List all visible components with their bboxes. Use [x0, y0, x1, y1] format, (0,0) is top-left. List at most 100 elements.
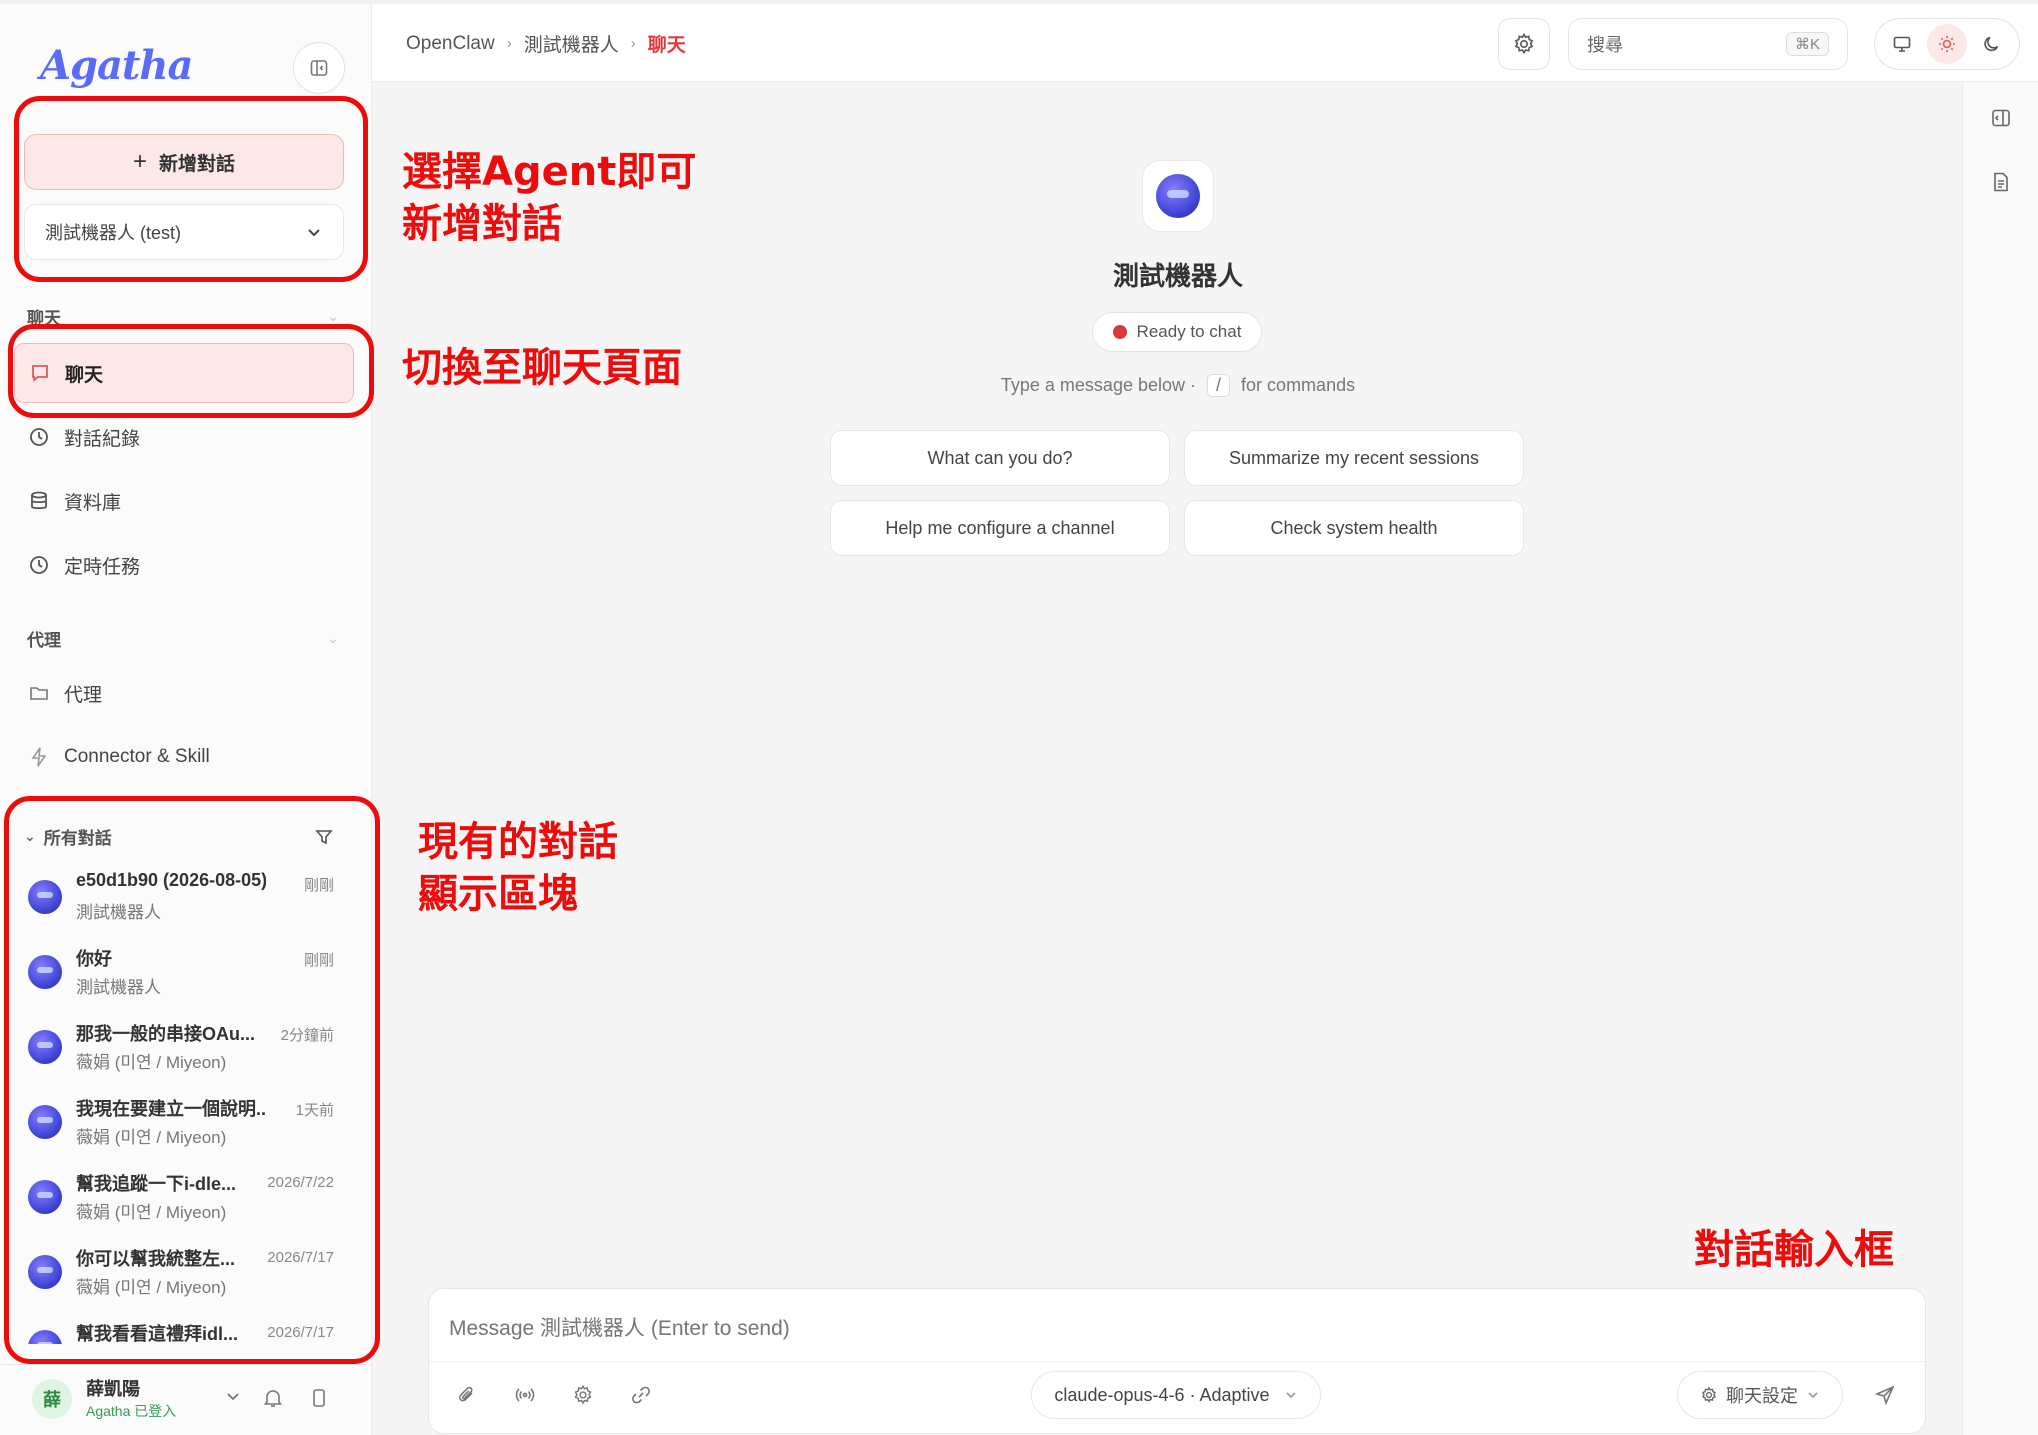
conversation-time: 2分鐘前	[280, 1027, 334, 1044]
search-placeholder: 搜尋	[1587, 35, 1623, 55]
conversation-agent: 測試機器人	[76, 978, 161, 997]
suggestion-button[interactable]: What can you do?	[830, 430, 1170, 486]
document-button[interactable]	[1981, 162, 2021, 202]
breadcrumb-separator: ›	[630, 35, 636, 52]
agent-avatar	[28, 955, 62, 989]
conversation-time: 2026/7/22	[267, 1174, 334, 1191]
breadcrumb-item[interactable]: OpenClaw	[406, 33, 495, 55]
conversation-time: 2026/7/17	[267, 1324, 334, 1341]
sidebar-toggle-icon	[310, 60, 328, 76]
status-badge: Ready to chat	[1092, 312, 1262, 352]
agent-avatar	[28, 1030, 62, 1064]
conversation-title: 你好	[76, 949, 112, 969]
folder-icon	[28, 682, 50, 704]
theme-dark-button[interactable]	[1972, 24, 2012, 64]
conversation-item[interactable]: 幫我追蹤一下i-dle... 2026/7/22 薇娟 (미연 / Miyeon…	[24, 1164, 344, 1239]
section-header-agents[interactable]: 代理 ⌄	[27, 626, 347, 651]
user-bar: 薛 薛凱陽 Agatha 已登入	[0, 1364, 372, 1435]
annotation-label-switch-chat: 切換至聊天頁面	[402, 345, 682, 391]
link-button[interactable]	[623, 1377, 659, 1413]
breadcrumb-item[interactable]: 測試機器人	[524, 30, 619, 57]
clock-icon	[28, 554, 50, 576]
annotation-line: 選擇Agent即可	[402, 149, 697, 195]
attach-button[interactable]	[449, 1377, 485, 1413]
conversation-item[interactable]: 那我一般的串接OAu... 2分鐘前 薇娟 (미연 / Miyeon)	[24, 1014, 344, 1089]
sidebar-item-chat[interactable]: 聊天	[14, 343, 354, 403]
conversation-title: 幫我追蹤一下i-dle...	[76, 1174, 237, 1194]
agent-avatar	[28, 1330, 62, 1344]
send-button[interactable]	[1865, 1375, 1905, 1415]
conversation-title: 那我一般的串接OAu...	[76, 1024, 255, 1044]
status-dot-icon	[1112, 325, 1127, 339]
conversation-time: 2026/7/17	[267, 1249, 334, 1266]
chevron-down-icon[interactable]	[224, 1387, 242, 1405]
agent-select[interactable]: 測試機器人 (test)	[24, 204, 344, 260]
status-text: Ready to chat	[1136, 322, 1242, 341]
theme-light-button[interactable]	[1926, 24, 1967, 64]
theme-system-button[interactable]	[1882, 24, 1922, 64]
conversation-agent: 薇娟 (미연 / Miyeon)	[76, 1053, 227, 1072]
suggestion-button[interactable]: Summarize my recent sessions	[1184, 430, 1524, 486]
model-select[interactable]: claude-opus-4-6 · Adaptive	[1031, 1371, 1321, 1419]
chevron-down-icon: ⌄	[327, 308, 339, 324]
message-input[interactable]	[449, 1317, 1889, 1341]
theme-switcher	[1874, 18, 2020, 70]
link-icon	[632, 1386, 650, 1404]
sidebar-item-scheduled-tasks[interactable]: 定時任務	[14, 535, 354, 595]
search-input[interactable]: 搜尋 ⌘K	[1568, 18, 1848, 70]
settings-button[interactable]	[1498, 18, 1550, 70]
chat-settings-label: 聊天設定	[1726, 1386, 1798, 1406]
sidebar-item-database[interactable]: 資料庫	[14, 471, 354, 531]
annotation-line: 顯示區塊	[418, 871, 578, 917]
new-chat-button[interactable]: + 新增對話	[24, 134, 344, 190]
bell-icon[interactable]	[262, 1387, 284, 1409]
gear-icon	[1701, 1386, 1717, 1403]
gear-icon	[1514, 32, 1534, 55]
annotation-line: 新增對話	[402, 201, 562, 247]
conversation-item[interactable]: e50d1b90 (2026-08-05) 剛剛 測試機器人	[24, 864, 344, 939]
annotation-label-conversations: 現有的對話 顯示區塊	[418, 816, 618, 920]
conversation-title: 我現在要建立一個說明...	[76, 1099, 266, 1119]
conversation-item[interactable]: 我現在要建立一個說明... 1天前 薇娟 (미연 / Miyeon)	[24, 1089, 344, 1164]
chevron-down-icon: ⌄	[24, 828, 36, 844]
conversation-time: 剛剛	[303, 877, 334, 894]
user-status: Agatha 已登入	[86, 1403, 177, 1419]
slash-key: /	[1207, 374, 1231, 397]
annotation-line: 現有的對話	[418, 819, 618, 865]
suggestion-button[interactable]: Help me configure a channel	[830, 500, 1170, 556]
database-icon	[28, 490, 50, 512]
sidebar-item-agents[interactable]: 代理	[14, 663, 354, 723]
broadcast-button[interactable]	[507, 1377, 543, 1413]
conversation-time: 1天前	[295, 1102, 334, 1119]
search-shortcut: ⌘K	[1785, 32, 1829, 56]
sidebar-item-history[interactable]: 對話紀錄	[14, 407, 354, 467]
user-name: 薛凱陽	[86, 1379, 140, 1399]
sidebar-collapse-button[interactable]	[293, 42, 345, 94]
breadcrumb: OpenClaw › 測試機器人 › 聊天	[406, 30, 686, 57]
sidebar-item-connector-skill[interactable]: Connector & Skill	[14, 727, 354, 787]
gear-icon	[574, 1384, 592, 1405]
agent-avatar	[28, 880, 62, 914]
conversation-agent: 薇娟 (미연 / Miyeon)	[76, 1203, 227, 1222]
mobile-device-icon[interactable]	[308, 1387, 330, 1409]
section-header-chat[interactable]: 聊天 ⌄	[27, 304, 347, 329]
moon-icon	[1984, 36, 1999, 52]
bot-avatar	[1142, 160, 1214, 232]
filter-icon[interactable]	[314, 827, 334, 847]
hint-text-after: for commands	[1241, 375, 1356, 395]
conversation-item[interactable]: 你好 剛剛 測試機器人	[24, 939, 344, 1014]
chat-settings-button[interactable]: 聊天設定	[1677, 1371, 1843, 1419]
user-avatar[interactable]: 薛	[32, 1379, 72, 1419]
plus-icon: +	[132, 148, 147, 175]
conversation-item[interactable]: 幫我看看這禮拜idl... 2026/7/17	[24, 1314, 344, 1344]
sidebar-item-label: 對話紀錄	[64, 428, 141, 450]
conversations-header[interactable]: ⌄ 所有對話	[24, 824, 344, 849]
conversation-title: 幫我看看這禮拜idl...	[76, 1324, 238, 1344]
right-rail	[1962, 82, 2038, 1435]
conversation-item[interactable]: 你可以幫我統整左... 2026/7/17 薇娟 (미연 / Miyeon)	[24, 1239, 344, 1314]
tools-settings-button[interactable]	[565, 1377, 601, 1413]
toggle-panel-button[interactable]	[1981, 98, 2021, 138]
conversations-header-label: 所有對話	[43, 829, 112, 848]
suggestion-button[interactable]: Check system health	[1184, 500, 1524, 556]
chevron-down-icon	[308, 229, 320, 237]
